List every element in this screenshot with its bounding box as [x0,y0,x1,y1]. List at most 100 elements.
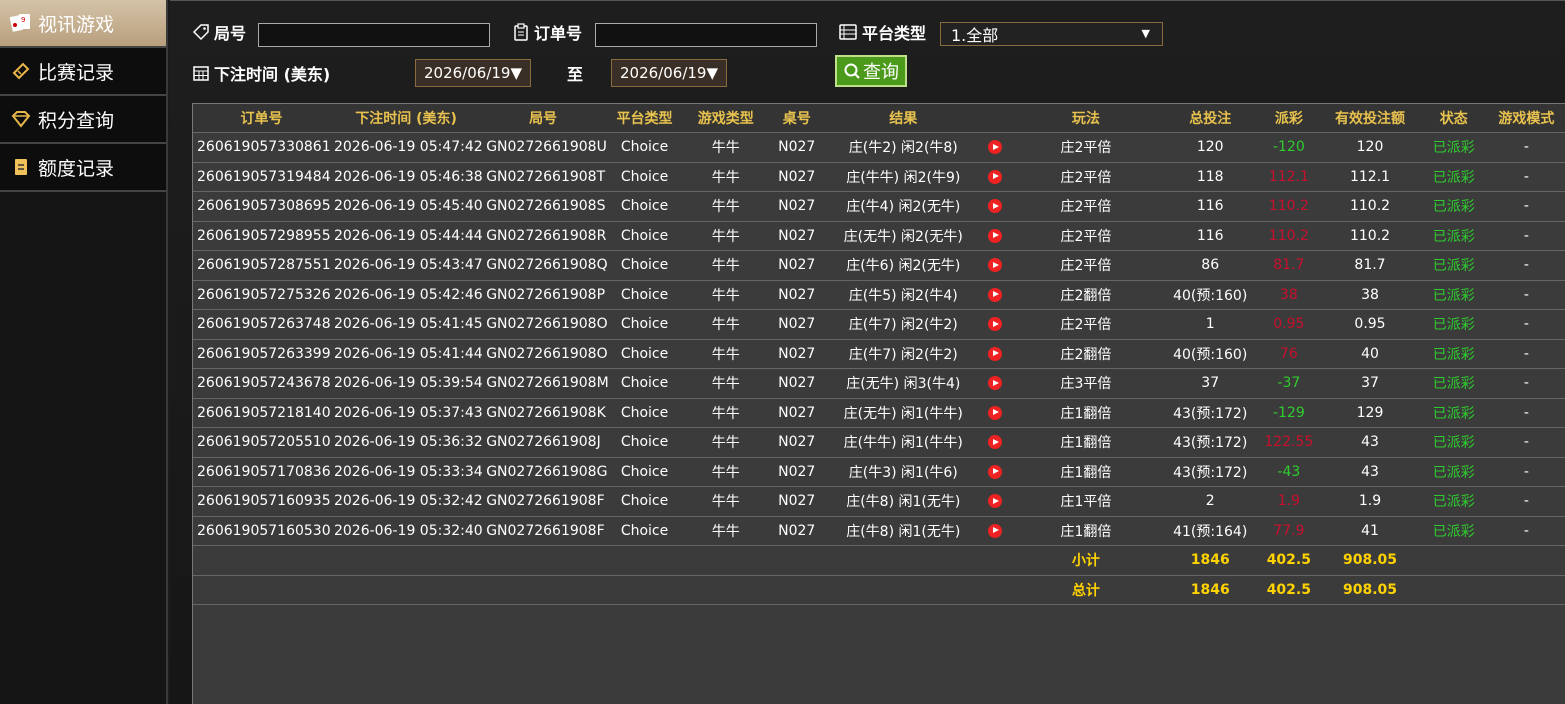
table-cell: 庄(牛7) 闲2(牛2) [827,309,980,340]
table-cell: 260619057170836 [193,457,331,487]
table-cell: N027 [766,427,828,458]
table-cell: - [1486,486,1565,517]
date-from-picker[interactable]: 2026/06/19▼ [415,59,531,87]
sidebar-item-label: 视讯游戏 [38,13,115,36]
table-cell: 庄(牛6) 闲2(无牛) [827,250,980,281]
table-cell [482,575,604,605]
table-cell: 2026-06-19 05:32:40 [329,516,483,546]
top-divider [170,0,1565,1]
table-cell: 已派彩 [1420,250,1487,281]
table-cell: GN0272661908M [482,368,609,399]
table-cell: - [1486,427,1565,458]
table-cell: 牛牛 [685,132,767,163]
table-cell: 41 [1319,516,1421,546]
table-cell: 37 [1162,368,1259,399]
round-label: 局号 [192,20,246,44]
sidebar-item-points-query[interactable]: 积分查询 [0,96,166,144]
sidebar-item-credit-records[interactable]: 额度记录 [0,144,166,192]
table-cell: 110.2 [1319,221,1421,251]
table-cell: GN0272661908P [482,280,605,310]
col-header: 下注时间 (美东) [329,104,483,133]
table-cell: GN0272661908J [482,427,604,458]
col-header: 总投注 [1162,104,1259,133]
records-table: 订单号 下注时间 (美东) 局号 平台类型 游戏类型 桌号 结果 玩法 总投注 … [193,104,1565,605]
table-cell: GN0272661908F [482,516,605,546]
table-cell: 牛牛 [685,250,767,281]
replay-cell [979,339,1010,369]
table-cell: 2026-06-19 05:39:54 [329,368,483,399]
table-cell: 38 [1319,280,1421,310]
table-cell: 122.55 [1258,427,1320,458]
table-cell [1420,545,1487,576]
table-cell: GN0272661908R [482,221,606,251]
replay-cell [979,368,1010,399]
table-cell: 112.1 [1258,162,1320,192]
table-cell: 已派彩 [1420,398,1487,428]
play-video-icon[interactable] [987,317,1002,332]
table-cell [979,545,1010,576]
table-cell: 已派彩 [1420,368,1487,399]
play-video-icon[interactable] [987,494,1002,509]
play-video-icon[interactable] [987,258,1002,273]
table-cell: 43(预:172) [1162,427,1259,458]
play-video-icon[interactable] [987,435,1002,450]
table-cell: 0.95 [1319,309,1421,340]
play-video-icon[interactable] [987,405,1002,420]
table-cell: 已派彩 [1420,427,1487,458]
table-cell: 0.95 [1258,309,1320,340]
play-video-icon[interactable] [987,228,1002,243]
table-cell: - [1486,339,1565,369]
to-label: 至 [567,65,584,84]
table-cell: 40(预:160) [1162,339,1259,369]
table-cell: N027 [766,368,828,399]
table-cell: - [1486,221,1565,251]
table-row: 260619057170836 2026-06-19 05:33:34 GN0272… [193,457,1565,487]
play-video-icon[interactable] [987,376,1002,391]
sidebar-item-label: 积分查询 [38,109,115,132]
table-cell: 庄1平倍 [1009,486,1163,517]
table-body: 260619057330861 2026-06-19 05:47:42 GN0272… [193,132,1565,605]
table-cell: 260619057330861 [193,132,331,163]
table-cell: GN0272661908F [482,486,605,517]
play-video-icon[interactable] [987,287,1002,302]
bet-time-label: 下注时间 (美东) [192,61,330,85]
table-cell [329,545,483,576]
table-cell: 庄(牛8) 闲1(无牛) [827,486,980,517]
play-video-icon[interactable] [987,169,1002,184]
play-video-icon[interactable] [987,464,1002,479]
table-cell: N027 [766,132,828,163]
query-button[interactable]: 查询 [835,55,907,87]
replay-cell [979,280,1010,310]
order-input[interactable] [595,23,817,47]
table-cell: Choice [603,339,686,369]
play-video-icon[interactable] [987,523,1002,538]
table-cell: Choice [603,191,686,222]
sidebar-item-match-records[interactable]: 比赛记录 [0,48,166,96]
play-video-icon[interactable] [987,346,1002,361]
table-cell: N027 [766,280,828,310]
table-cell: 1846 [1162,575,1259,605]
table-cell: GN0272661908S [482,191,605,222]
table-cell: 260619057298955 [193,221,331,251]
play-video-icon[interactable] [987,140,1002,155]
table-cell: 庄2平倍 [1009,132,1163,163]
play-video-icon[interactable] [987,199,1002,214]
date-to-picker[interactable]: 2026/06/19▼ [611,59,727,87]
table-cell: Choice [603,368,686,399]
table-cell: 庄(牛3) 闲1(牛6) [827,457,980,487]
table-cell: 庄2平倍 [1009,221,1163,251]
table-cell: 已派彩 [1420,132,1487,163]
table-cell: 1.9 [1319,486,1421,517]
col-header [979,104,1010,133]
table-row: 260619057330861 2026-06-19 05:47:42 GN0272… [193,132,1565,163]
table-row: 260619057205510 2026-06-19 05:36:32 GN0272… [193,427,1565,458]
sidebar-item-live-games[interactable]: 9 视讯游戏 [0,0,166,48]
table-cell: Choice [603,457,686,487]
table-cell: 庄3平倍 [1009,368,1163,399]
round-input[interactable] [258,23,490,47]
platform-select[interactable]: 1.全部 ▼ [940,22,1163,46]
table-cell: 260619057218140 [193,398,331,428]
table-cell: 小计 [1009,545,1163,576]
table-cell: N027 [766,309,828,340]
table-cell: 已派彩 [1420,309,1487,340]
